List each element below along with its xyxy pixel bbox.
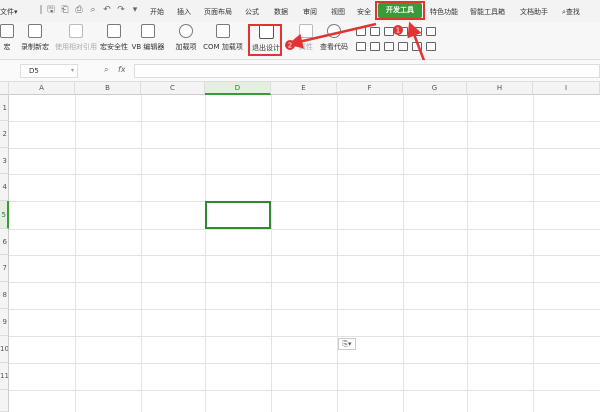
grid-line	[9, 255, 600, 256]
grid-line	[9, 174, 600, 175]
column-header-d[interactable]: D	[205, 82, 271, 95]
row-header-9[interactable]: 9	[0, 309, 9, 336]
column-header-h[interactable]: H	[467, 82, 533, 95]
grid-line	[9, 390, 600, 391]
grid-line	[141, 95, 142, 412]
grid-line	[467, 95, 468, 412]
step-badge-1-label: 1	[396, 27, 400, 35]
grid-line	[9, 282, 600, 283]
grid-line	[337, 95, 338, 412]
chevron-down-icon: ▾	[70, 67, 74, 74]
fx-button[interactable]: fx	[118, 65, 126, 74]
grid-line	[205, 95, 206, 412]
step-badge-2-label: 2	[288, 42, 292, 50]
grid-line	[9, 201, 600, 202]
grid-line	[403, 95, 404, 412]
column-header-g[interactable]: G	[403, 82, 467, 95]
selected-cell-d5[interactable]	[205, 201, 271, 229]
grid-line	[271, 95, 272, 412]
column-header-b[interactable]: B	[75, 82, 141, 95]
name-box-value: D5	[29, 67, 39, 75]
row-header-1[interactable]: 1	[0, 95, 9, 121]
paste-options-icon[interactable]: ⎘▾	[338, 338, 356, 350]
grid-line	[9, 229, 600, 230]
row-header-3[interactable]: 3	[0, 148, 9, 174]
grid-line	[533, 95, 534, 412]
name-box[interactable]: D5 ▾	[20, 64, 78, 78]
row-header-12[interactable]	[0, 390, 9, 412]
row-header-7[interactable]: 7	[0, 255, 9, 282]
row-header-5[interactable]: 5	[0, 201, 9, 229]
row-header-2[interactable]: 2	[0, 121, 9, 148]
grid-line	[9, 336, 600, 337]
select-all-corner[interactable]	[0, 82, 9, 95]
arrow-to-exit-design	[287, 22, 377, 49]
row-header-8[interactable]: 8	[0, 282, 9, 309]
column-header-a[interactable]: A	[9, 82, 75, 95]
grid-line	[9, 148, 600, 149]
grid-line	[75, 95, 76, 412]
magnifier-icon[interactable]: ⌕	[104, 65, 108, 75]
column-header-c[interactable]: C	[141, 82, 205, 95]
column-header-e[interactable]: E	[271, 82, 337, 95]
formula-input[interactable]	[134, 64, 600, 78]
column-header-i[interactable]: I	[533, 82, 600, 95]
row-header-6[interactable]: 6	[0, 229, 9, 255]
row-header-10[interactable]: 10	[0, 336, 9, 363]
column-header-f[interactable]: F	[337, 82, 403, 95]
grid-line	[9, 121, 600, 122]
row-header-11[interactable]: 11	[0, 363, 9, 390]
row-header-4[interactable]: 4	[0, 174, 9, 201]
formula-bar: D5 ▾ ⌕ fx	[0, 60, 600, 82]
grid-line	[9, 363, 600, 364]
grid-line	[9, 309, 600, 310]
